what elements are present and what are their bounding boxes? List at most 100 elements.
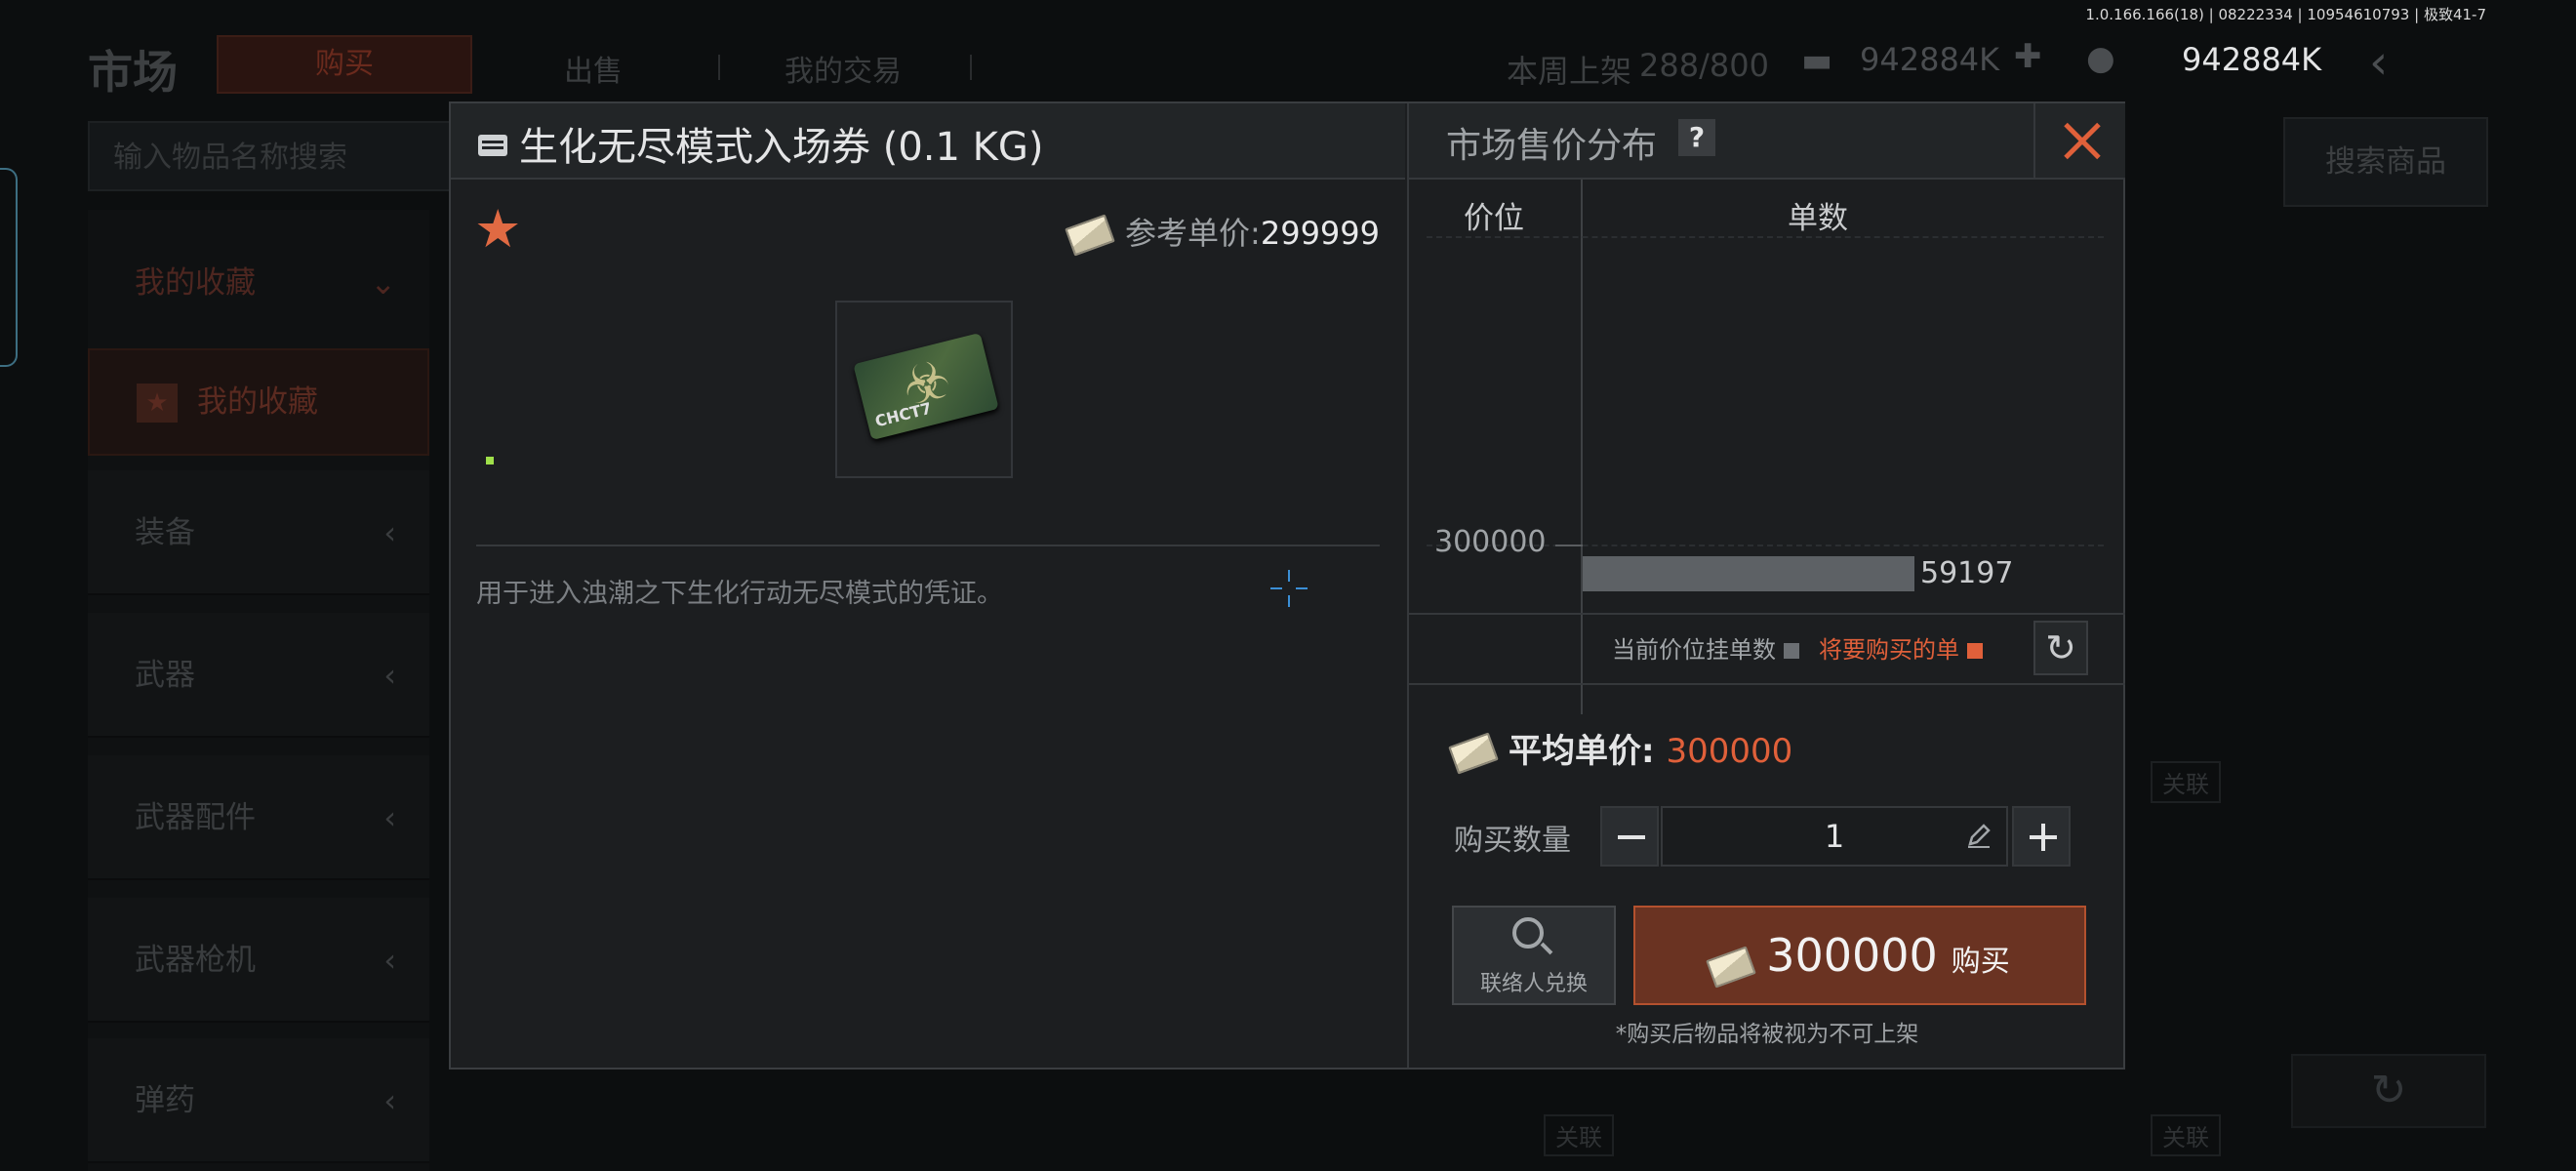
sidebar-item-label: 武器枪机 (135, 943, 256, 978)
link-label: 关联 (1555, 1124, 1602, 1151)
add-money-icon[interactable]: ✚ (2014, 37, 2042, 76)
weekly-listing-label: 本周上架 (1507, 53, 1632, 90)
link-button[interactable]: 关联 (2151, 761, 2221, 803)
item-ticket-image: ☣ CHCT7 (853, 332, 999, 441)
market-panel: 市场售价分布 ? 价位 单数 300000 59197 当前价位挂单数 将要购买… (1407, 103, 2125, 1068)
chevron-left-icon: ‹ (383, 942, 396, 979)
cash-icon: ▬ (1801, 41, 1833, 80)
cash-icon (1706, 945, 1756, 989)
reference-price: 参考单价:299999 (1065, 209, 1380, 257)
favorite-star-icon[interactable]: ★ (474, 203, 521, 256)
buy-amount: 300000 (1766, 929, 1938, 982)
status-dot (486, 457, 494, 464)
distribution-header: 市场售价分布 ? (1409, 103, 2125, 180)
grid-line (1427, 236, 2104, 238)
chevron-left-icon: ‹ (383, 657, 396, 694)
sidebar-item-label: 武器 (135, 658, 195, 693)
back-icon[interactable]: ‹ (2369, 35, 2388, 90)
sidebar-item-weapons[interactable]: 武器 ‹ (88, 613, 429, 738)
tab-buy[interactable]: 购买 (217, 35, 472, 94)
sidebar-item-favorites[interactable]: ★ 我的收藏 (88, 348, 429, 456)
help-button[interactable]: ? (1678, 119, 1715, 156)
buy-label: 购买 (1951, 945, 2010, 979)
chevron-down-icon: ⌄ (370, 264, 396, 302)
crosshair-icon (1270, 570, 1309, 609)
tab-my-trades[interactable]: 我的交易 (785, 47, 902, 90)
item-card-tag: CHCT7 (872, 398, 934, 431)
quantity-increase-button[interactable] (2012, 806, 2071, 867)
close-button[interactable] (2033, 103, 2127, 178)
quantity-decrease-button[interactable] (1600, 806, 1659, 867)
column-header-price: 价位 (1464, 201, 1524, 236)
money-balance: 942884K (1860, 41, 2000, 78)
legend-current: 当前价位挂单数 (1612, 630, 1799, 665)
average-price-value: 300000 (1666, 732, 1793, 771)
search-icon (1512, 917, 1544, 949)
item-title: 生化无尽模式入场券 (0.1 KG) (478, 115, 1043, 172)
refresh-icon[interactable]: ↻ (2291, 1054, 2486, 1128)
quantity-label: 购买数量 (1454, 824, 1571, 858)
link-label: 关联 (2162, 1124, 2209, 1151)
legend-swatch (1784, 643, 1799, 659)
item-description: 用于进入浊潮之下生化行动无尽模式的凭证。 (476, 579, 1003, 609)
link-label: 关联 (2162, 771, 2209, 798)
contact-exchange-button[interactable]: 联络人兑换 (1452, 906, 1616, 1005)
sidebar-item-weapon-parts[interactable]: 武器配件 ‹ (88, 755, 429, 880)
side-handle[interactable] (0, 168, 18, 367)
item-image-frame: ☣ CHCT7 (835, 301, 1013, 478)
buy-button[interactable]: 300000 购买 (1633, 906, 2086, 1005)
quantity-value: 1 (1824, 818, 1845, 855)
search-button[interactable]: 搜索商品 (2283, 117, 2488, 207)
tab-sell[interactable]: 出售 (564, 47, 623, 90)
chevron-left-icon: ‹ (383, 1082, 396, 1119)
sidebar-item-weapon-actions[interactable]: 武器枪机 ‹ (88, 898, 429, 1023)
sidebar-header-favorites[interactable]: 我的收藏 ⌄ (88, 234, 429, 332)
item-header: 生化无尽模式入场券 (0.1 KG) (451, 103, 1405, 180)
divider (1409, 613, 2125, 615)
purchase-note: *购买后物品将被视为不可上架 (1615, 1022, 1919, 1047)
reference-price-value: 299999 (1260, 215, 1380, 252)
price-tick (1555, 545, 1583, 546)
divider (1409, 683, 2125, 685)
distribution-bar-value: 59197 (1920, 556, 2014, 590)
quantity-input[interactable]: 1 (1661, 806, 2008, 867)
item-panel: 生化无尽模式入场券 (0.1 KG) ★ 参考单价:299999 ☣ CHCT7… (451, 103, 1405, 1068)
distribution-bar (1583, 556, 1914, 591)
sidebar-item-ammo[interactable]: 弹药 ‹ (88, 1038, 429, 1163)
divider (476, 545, 1380, 546)
ticket-icon (478, 135, 507, 156)
coin-icon: ● (2086, 39, 2115, 78)
purchase-dialog: 生化无尽模式入场券 (0.1 KG) ★ 参考单价:299999 ☣ CHCT7… (449, 101, 2125, 1070)
cash-icon (1065, 214, 1115, 257)
sidebar-item-equipment[interactable]: 装备 ‹ (88, 470, 429, 595)
item-title-text: 生化无尽模式入场券 (0.1 KG) (519, 125, 1044, 170)
average-price-label: 平均单价: (1509, 732, 1655, 771)
pencil-icon (1968, 824, 1991, 848)
sidebar-item-label: 我的收藏 (197, 384, 318, 420)
chevron-left-icon: ‹ (383, 514, 396, 551)
distribution-title: 市场售价分布 (1446, 126, 1658, 166)
legend-swatch (1967, 643, 1983, 659)
chevron-left-icon: ‹ (383, 799, 396, 836)
contact-exchange-label: 联络人兑换 (1479, 972, 1588, 996)
money-balance-2: 942884K (2182, 41, 2322, 78)
sidebar-header-label: 我的收藏 (135, 265, 256, 301)
legend-buy: 将要购买的单 (1819, 630, 1983, 665)
legend-current-label: 当前价位挂单数 (1612, 636, 1776, 664)
tab-divider (718, 55, 720, 80)
version-text: 1.0.166.166(18) | 08222334 | 10954610793… (2085, 6, 2486, 23)
tab-divider (970, 55, 972, 80)
average-price: 平均单价: 300000 (1448, 724, 1793, 775)
cash-icon (1448, 731, 1499, 775)
link-button[interactable]: 关联 (1544, 1114, 1614, 1156)
market-title: 市场 (88, 46, 178, 99)
refresh-button[interactable]: ↻ (2033, 621, 2088, 675)
link-button[interactable]: 关联 (2151, 1114, 2221, 1156)
sidebar-item-label: 武器配件 (135, 800, 256, 835)
price-tick-label: 300000 (1434, 525, 1547, 559)
star-icon: ★ (137, 384, 178, 423)
reference-price-label: 参考单价: (1125, 215, 1261, 252)
sidebar-item-label: 弹药 (135, 1083, 195, 1118)
chart-axis (1581, 180, 1583, 714)
weekly-listing-value: 288/800 (1639, 47, 1769, 84)
